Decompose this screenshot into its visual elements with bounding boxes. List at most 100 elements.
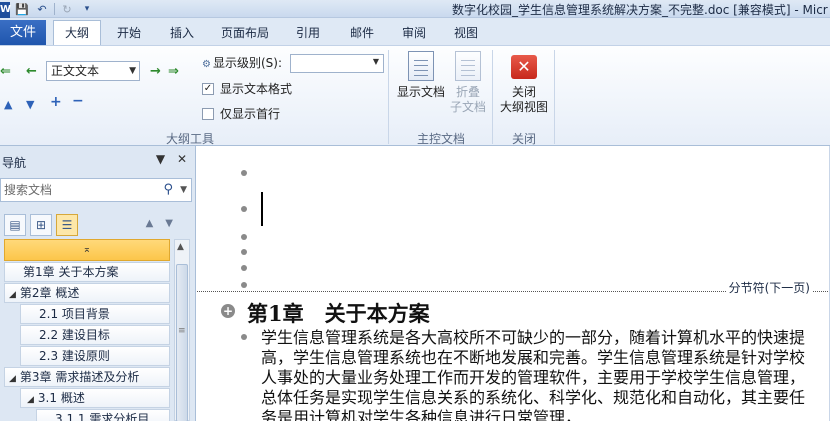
- outline-bullet[interactable]: [241, 265, 247, 271]
- show-document-label: 显示文档: [396, 85, 445, 99]
- body-paragraph[interactable]: 学生信息管理系统是各大高校所不可缺少的一部分，随着计算机水平的快速提高，学生信息…: [261, 328, 809, 421]
- tab-page-layout[interactable]: 页面布局: [214, 22, 276, 45]
- chevron-down-icon: ▼: [129, 66, 136, 76]
- browse-pages-icon[interactable]: ⊞: [30, 214, 52, 236]
- search-document-input[interactable]: 搜索文档 ⚲ ▼: [0, 178, 192, 202]
- tab-review[interactable]: 审阅: [393, 22, 435, 45]
- scroll-up-icon[interactable]: ▲: [177, 242, 184, 252]
- ribbon: ⇐ ← 正文文本 ▼ → ⇒ ▲ ▼ + − ⚙ 显示级别(S): ▼ ✓ 显示文…: [0, 45, 830, 146]
- document-icon: [408, 51, 434, 81]
- customize-qat-icon[interactable]: ▾: [79, 1, 95, 17]
- close-group-label: 关闭: [511, 132, 536, 146]
- title-bar: W 💾 ↶ ↻ ▾ 数字化校园_学生信息管理系统解决方案_不完整.doc [兼容…: [0, 0, 830, 18]
- tree-item[interactable]: ◢ 3.1 概述: [20, 388, 170, 408]
- tree-item[interactable]: ◢ 第3章 需求描述及分析: [4, 367, 170, 387]
- show-first-line-checkbox[interactable]: [202, 107, 214, 120]
- demote-icon[interactable]: →: [150, 64, 161, 79]
- outline-bullet[interactable]: [241, 249, 247, 255]
- quick-access-toolbar: W 💾 ↶ ↻ ▾: [0, 0, 95, 18]
- show-text-format-checkbox[interactable]: ✓: [202, 82, 214, 95]
- tab-insert[interactable]: 插入: [161, 22, 203, 45]
- tab-references[interactable]: 引用: [287, 22, 329, 45]
- show-level-select[interactable]: ▼: [290, 54, 384, 73]
- expand-icon[interactable]: +: [50, 94, 62, 110]
- search-placeholder: 搜索文档: [4, 183, 53, 197]
- tab-file[interactable]: 文件: [0, 20, 46, 45]
- tab-outline[interactable]: 大纲: [53, 20, 101, 46]
- show-text-format-option[interactable]: ✓ 显示文本格式: [202, 80, 292, 97]
- close-icon: ✕: [511, 55, 537, 79]
- browse-headings-icon[interactable]: ▤: [4, 214, 26, 236]
- text-cursor: [261, 192, 263, 226]
- promote-icon[interactable]: ←: [26, 64, 37, 79]
- document-area[interactable]: 分节符(下一页) + 第1章 关于本方案 学生信息管理系统是各大高校所不可缺少的…: [197, 146, 830, 421]
- search-icon[interactable]: ⚲: [163, 179, 173, 201]
- window-title: 数字化校园_学生信息管理系统解决方案_不完整.doc [兼容模式] - Micr: [452, 3, 828, 17]
- outline-bullet[interactable]: [241, 234, 247, 240]
- chapter-heading[interactable]: 第1章 关于本方案: [247, 298, 430, 328]
- browse-results-icon[interactable]: ☰: [56, 214, 78, 236]
- previous-heading-icon[interactable]: ▲: [146, 218, 166, 229]
- outline-bullet[interactable]: [241, 170, 247, 176]
- demote-to-body-icon[interactable]: ⇒: [168, 64, 179, 79]
- undo-icon[interactable]: ↶: [34, 1, 50, 17]
- tab-view[interactable]: 视图: [445, 22, 487, 45]
- close-outline-view-button[interactable]: ✕ 关闭 大纲视图: [496, 51, 552, 115]
- chevron-down-icon: ▼: [372, 57, 379, 66]
- show-level-label: ⚙ 显示级别(S):: [202, 56, 282, 70]
- nav-pane-menu-icon[interactable]: ▼: [156, 152, 165, 166]
- collapse-icon[interactable]: −: [72, 93, 84, 109]
- tree-item[interactable]: 2.1 项目背景: [20, 304, 170, 324]
- outline-level-value: 正文文本: [51, 64, 100, 78]
- move-down-icon[interactable]: ▼: [26, 98, 34, 111]
- show-text-format-label: 显示文本格式: [220, 82, 293, 96]
- collapse-subdocuments-icon: [455, 51, 481, 81]
- tree-item[interactable]: 2.3 建设原则: [20, 346, 170, 366]
- group-separator: [554, 50, 555, 144]
- scroll-grip-icon: ≡: [178, 326, 186, 336]
- outline-level-select[interactable]: 正文文本 ▼: [46, 61, 140, 81]
- show-document-button[interactable]: 显示文档: [394, 51, 448, 100]
- nav-view-switcher: ▤ ⊞ ☰: [4, 214, 82, 236]
- tab-mailings[interactable]: 邮件: [341, 22, 383, 45]
- heading-tree: ⌅ 第1章 关于本方案 ◢ 第2章 概述 2.1 项目背景 2.2 建设目标 2.…: [4, 239, 170, 421]
- nav-previous-next: ▲▼: [146, 218, 185, 229]
- qat-separator: [54, 3, 55, 15]
- word-logo-icon[interactable]: W: [0, 1, 11, 18]
- expand-heading-icon[interactable]: +: [221, 304, 235, 318]
- navigation-pane: 导航 ▼ ✕ 搜索文档 ⚲ ▼ ▤ ⊞ ☰ ▲▼ ⌅ 第1章 关于本方案 ◢ 第2…: [0, 146, 196, 421]
- expanded-triangle-icon[interactable]: ◢: [27, 395, 34, 405]
- group-separator: [492, 50, 493, 144]
- collapse-subdocuments-button[interactable]: 折叠 子文档: [446, 51, 490, 115]
- show-level-icon: ⚙: [202, 59, 211, 70]
- show-first-line-option[interactable]: 仅显示首行: [202, 105, 280, 122]
- ribbon-tabs: 文件 大纲 开始 插入 页面布局 引用 邮件 审阅 视图: [0, 18, 830, 46]
- master-document-group-label: 主控文档: [416, 132, 465, 146]
- next-heading-icon[interactable]: ▼: [165, 218, 185, 229]
- nav-pane-close-icon[interactable]: ✕: [177, 152, 187, 166]
- scrollbar-thumb[interactable]: [176, 264, 188, 421]
- save-icon[interactable]: 💾: [14, 1, 30, 17]
- expanded-triangle-icon[interactable]: ◢: [9, 374, 16, 384]
- nav-pane-controls: ▼ ✕: [156, 152, 187, 166]
- collapse-label-line1: 折叠: [455, 85, 480, 99]
- close-label-line2: 大纲视图: [499, 100, 548, 114]
- close-label-line1: 关闭: [511, 85, 536, 99]
- collapse-label-line2: 子文档: [449, 100, 486, 114]
- nav-tree-scrollbar[interactable]: ▲ ≡: [174, 239, 190, 421]
- tab-home[interactable]: 开始: [108, 22, 150, 45]
- outline-bullet[interactable]: [241, 282, 247, 288]
- outline-bullet[interactable]: [241, 334, 247, 340]
- collapse-all-icon[interactable]: ⌅: [4, 239, 170, 261]
- redo-icon[interactable]: ↻: [59, 1, 75, 17]
- tree-item[interactable]: ◢ 第2章 概述: [4, 283, 170, 303]
- expanded-triangle-icon[interactable]: ◢: [9, 290, 16, 300]
- tree-item[interactable]: 2.2 建设目标: [20, 325, 170, 345]
- promote-to-heading1-icon[interactable]: ⇐: [0, 64, 11, 79]
- outline-bullet[interactable]: [241, 206, 247, 212]
- tree-item[interactable]: 3.1.1 需求分析目: [36, 409, 170, 421]
- chevron-down-icon[interactable]: ▼: [180, 179, 187, 201]
- section-break-label: 分节符(下一页): [726, 279, 812, 296]
- tree-item[interactable]: 第1章 关于本方案: [4, 262, 170, 282]
- move-up-icon[interactable]: ▲: [4, 98, 12, 111]
